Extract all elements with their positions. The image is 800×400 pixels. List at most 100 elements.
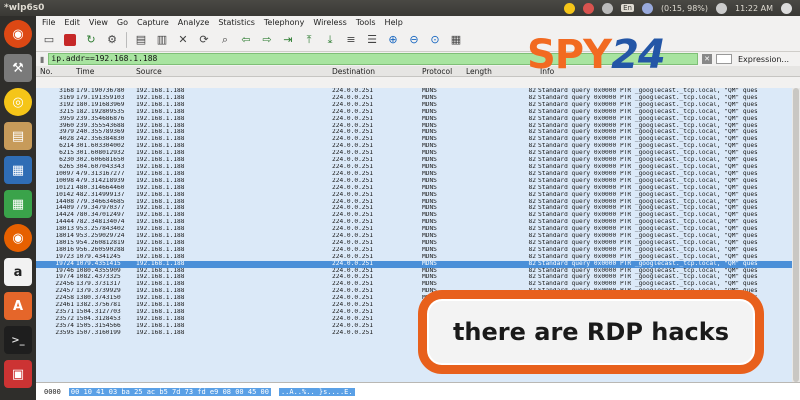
menu-edit[interactable]: Edit bbox=[64, 18, 80, 27]
packet-row[interactable]: 10097 479.313167277 192.168.1.188 224.0.0.2… bbox=[36, 171, 800, 178]
menu-statistics[interactable]: Statistics bbox=[218, 18, 255, 27]
packet-row[interactable]: 14408 779.346634685 192.168.1.188 224.0.0.2… bbox=[36, 199, 800, 206]
amazon-icon[interactable]: a bbox=[4, 258, 32, 286]
chrome-icon[interactable]: ◎ bbox=[4, 88, 32, 116]
menu-tools[interactable]: Tools bbox=[356, 18, 376, 27]
column-header-source[interactable]: Source bbox=[136, 67, 332, 76]
keyboard-layout[interactable]: En bbox=[621, 4, 634, 12]
packet-source: 192.168.1.188 bbox=[136, 322, 185, 329]
column-header-time[interactable]: Time bbox=[76, 67, 136, 76]
hex-ascii[interactable]: ..A..%.. }s....E. bbox=[278, 387, 355, 396]
packet-row[interactable]: 3979 240.355789369 192.168.1.188 224.0.0.25… bbox=[36, 129, 800, 136]
packet-row[interactable]: 6214 301.603304002 192.168.1.188 224.0.0.25… bbox=[36, 143, 800, 150]
save-file-icon[interactable]: ▥ bbox=[153, 31, 171, 49]
go-to-packet-icon[interactable]: ⇥ bbox=[279, 31, 297, 49]
go-back-icon[interactable]: ⇦ bbox=[237, 31, 255, 49]
packet-row[interactable]: 6230 302.606681650 192.168.1.188 224.0.0.25… bbox=[36, 157, 800, 164]
packet-time: 779.346634685 bbox=[76, 198, 125, 205]
terminal-icon[interactable]: >_ bbox=[4, 326, 32, 354]
packet-row[interactable]: 18014 953.259029724 192.168.1.188 224.0.0.2… bbox=[36, 233, 800, 240]
zoom-normal-icon[interactable]: ⊙ bbox=[426, 31, 444, 49]
zoom-in-icon[interactable]: ⊕ bbox=[384, 31, 402, 49]
wifi-icon[interactable] bbox=[641, 2, 653, 14]
packet-row[interactable]: 19774 1082.4373325 192.168.1.188 224.0.0.25… bbox=[36, 274, 800, 281]
menu-help[interactable]: Help bbox=[385, 18, 403, 27]
stop-capture-icon[interactable] bbox=[64, 33, 76, 46]
hex-bytes[interactable]: 00 10 41 03 ba 25 ac b5 7d 73 fd e9 08 0… bbox=[68, 387, 271, 396]
reload-file-icon[interactable]: ⟳ bbox=[195, 31, 213, 49]
packet-row[interactable]: 3960 239.355543688 192.168.1.188 224.0.0.25… bbox=[36, 123, 800, 130]
packet-row[interactable]: 14444 782.348134074 192.168.1.188 224.0.0.2… bbox=[36, 219, 800, 226]
packet-row[interactable]: 10121 480.314664460 192.168.1.188 224.0.0.2… bbox=[36, 185, 800, 192]
network-tray-icon[interactable] bbox=[602, 2, 614, 14]
menu-view[interactable]: View bbox=[89, 18, 108, 27]
autoscroll-icon[interactable]: ≡ bbox=[342, 31, 360, 49]
files-icon[interactable]: ▤ bbox=[4, 122, 32, 150]
find-packet-icon[interactable]: ⌕ bbox=[216, 31, 234, 49]
packet-row[interactable]: 19746 1080.4355909 192.168.1.188 224.0.0.25… bbox=[36, 268, 800, 275]
chrome-tray-icon[interactable] bbox=[564, 2, 576, 14]
volume-icon[interactable] bbox=[716, 2, 728, 14]
packet-row[interactable]: 18015 954.260812819 192.168.1.188 224.0.0.2… bbox=[36, 240, 800, 247]
menu-telephony[interactable]: Telephony bbox=[264, 18, 304, 27]
packet-no: 19723 bbox=[55, 253, 74, 260]
packet-row[interactable]: 3168 179.190736780 192.168.1.188 224.0.0.25… bbox=[36, 88, 800, 95]
menu-wireless[interactable]: Wireless bbox=[313, 18, 346, 27]
packet-length: 82 bbox=[528, 94, 536, 101]
packet-list-scrollbar[interactable] bbox=[792, 88, 800, 382]
packet-row[interactable]: 4028 242.356384830 192.168.1.188 224.0.0.25… bbox=[36, 136, 800, 143]
misc-app-icon[interactable]: ▣ bbox=[4, 360, 32, 388]
firefox-icon[interactable]: ◉ bbox=[4, 224, 32, 252]
writer-icon[interactable]: ▦ bbox=[4, 156, 32, 184]
battery-status[interactable]: (0:15, 98%) bbox=[661, 4, 708, 13]
packet-row[interactable]: 3169 179.191359103 192.168.1.188 224.0.0.25… bbox=[36, 95, 800, 102]
column-header-destination[interactable]: Destination bbox=[332, 67, 422, 76]
packet-row[interactable]: 18013 953.257843402 192.168.1.188 224.0.0.2… bbox=[36, 226, 800, 233]
system-settings-icon[interactable]: ⚒ bbox=[4, 54, 32, 82]
ubuntu-dash-icon[interactable]: ◉ bbox=[4, 20, 32, 48]
packet-row[interactable]: 10142 482.314999137 192.168.1.188 224.0.0.2… bbox=[36, 192, 800, 199]
menu-file[interactable]: File bbox=[42, 18, 55, 27]
packet-row[interactable]: 6265 304.607043343 192.168.1.188 224.0.0.25… bbox=[36, 164, 800, 171]
go-forward-icon[interactable]: ⇨ bbox=[258, 31, 276, 49]
scrollbar-thumb[interactable] bbox=[793, 88, 799, 382]
restart-capture-icon[interactable]: ↻ bbox=[82, 31, 100, 49]
packet-length: 82 bbox=[528, 177, 536, 184]
packet-length: 82 bbox=[528, 233, 536, 240]
packet-no: 18016 bbox=[55, 246, 74, 253]
packet-row[interactable]: 18016 956.260590288 192.168.1.188 224.0.0.2… bbox=[36, 247, 800, 254]
colorize-icon[interactable]: ☰ bbox=[363, 31, 381, 49]
clock[interactable]: 11:22 AM bbox=[735, 4, 773, 13]
column-header-protocol[interactable]: Protocol bbox=[422, 67, 466, 76]
go-first-icon[interactable]: ⤒ bbox=[300, 31, 318, 49]
packet-row[interactable]: 14409 779.347970377 192.168.1.188 224.0.0.2… bbox=[36, 205, 800, 212]
software-center-icon[interactable]: A bbox=[4, 292, 32, 320]
open-file-icon[interactable]: ▤ bbox=[132, 31, 150, 49]
go-last-icon[interactable]: ⤓ bbox=[321, 31, 339, 49]
packet-row[interactable]: 22456 1379.3731317 192.168.1.188 224.0.0.25… bbox=[36, 281, 800, 288]
packet-row[interactable]: 3959 239.354686876 192.168.1.188 224.0.0.25… bbox=[36, 116, 800, 123]
menu-capture[interactable]: Capture bbox=[137, 18, 169, 27]
zoom-out-icon[interactable]: ⊖ bbox=[405, 31, 423, 49]
power-icon[interactable] bbox=[781, 2, 792, 14]
packet-row-selected[interactable]: 19724 1079.4351415 192.168.1.188 224.0.0.25… bbox=[36, 260, 800, 268]
column-header-no[interactable]: No. bbox=[36, 67, 76, 76]
packet-row[interactable]: 14424 780.347012497 192.168.1.188 224.0.0.2… bbox=[36, 212, 800, 219]
resize-columns-icon[interactable]: ▦ bbox=[447, 31, 465, 49]
packet-row[interactable]: 3215 182.192809535 192.168.1.188 224.0.0.25… bbox=[36, 109, 800, 116]
packet-row[interactable]: 19723 1079.4341245 192.168.1.188 224.0.0.25… bbox=[36, 254, 800, 261]
bookmark-icon[interactable]: ▮ bbox=[40, 55, 44, 64]
menu-go[interactable]: Go bbox=[117, 18, 128, 27]
capture-options-icon[interactable]: ⚙ bbox=[103, 31, 121, 49]
packet-time: 1380.3743150 bbox=[76, 295, 121, 302]
packet-destination: 224.0.0.251 bbox=[332, 136, 373, 143]
packet-row[interactable]: 3192 180.191683969 192.168.1.188 224.0.0.25… bbox=[36, 102, 800, 109]
packet-row[interactable]: 10098 479.314218939 192.168.1.188 224.0.0.2… bbox=[36, 178, 800, 185]
interfaces-icon[interactable]: ▭ bbox=[40, 31, 58, 49]
menu-analyze[interactable]: Analyze bbox=[178, 18, 210, 27]
packet-row[interactable]: 6215 301.608012932 192.168.1.188 224.0.0.25… bbox=[36, 150, 800, 157]
close-file-icon[interactable]: ✕ bbox=[174, 31, 192, 49]
calc-icon[interactable]: ▦ bbox=[4, 190, 32, 218]
notification-tray-icon[interactable] bbox=[583, 2, 595, 14]
packet-no: 6215 bbox=[59, 150, 74, 157]
